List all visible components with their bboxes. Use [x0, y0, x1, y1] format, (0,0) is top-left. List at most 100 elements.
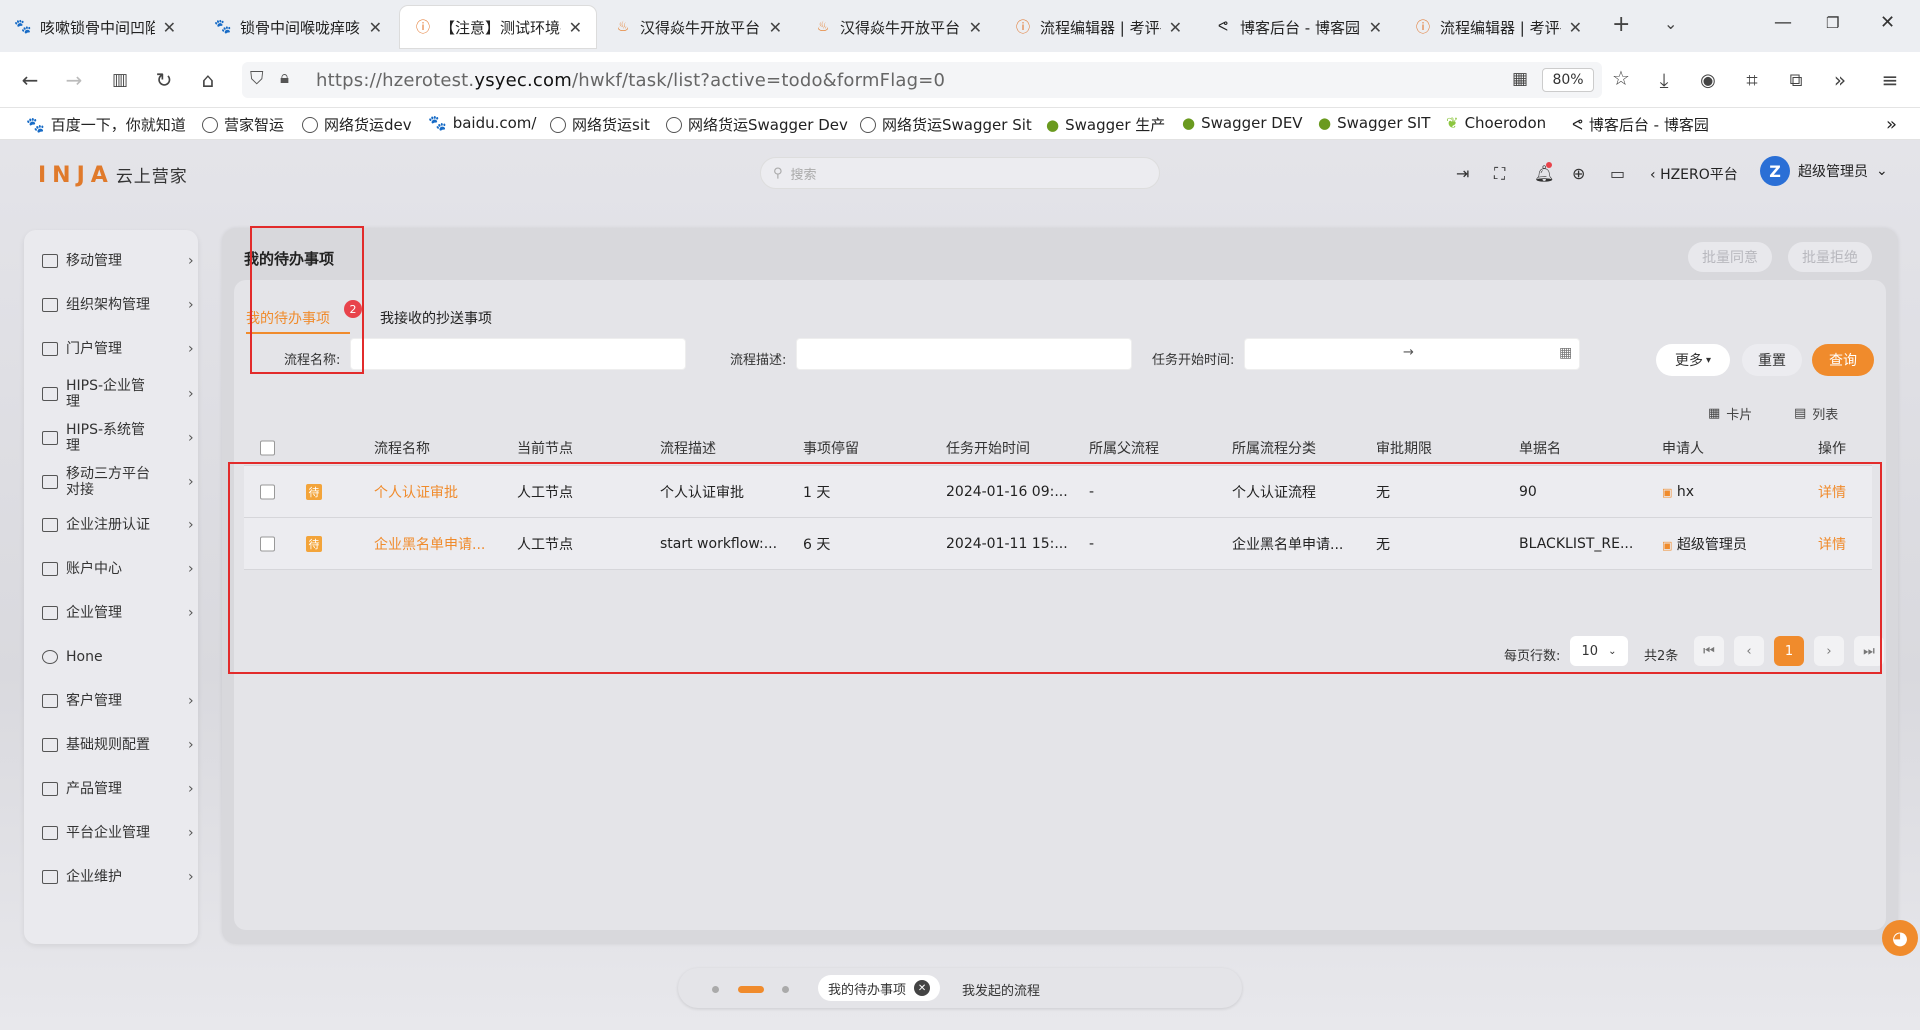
- col-header[interactable]: 事项停留: [803, 438, 859, 458]
- platform-switch[interactable]: ‹ HZERO平台: [1650, 164, 1738, 184]
- bookmark-item[interactable]: 网络货运sit: [550, 114, 650, 135]
- view-list-toggle[interactable]: ▤ 列表: [1794, 404, 1838, 423]
- sidebar-item-rules[interactable]: 基础规则配置 ›: [42, 737, 198, 753]
- browser-tab[interactable]: ⓘ 流程编辑器 | 考评平 ✕: [1000, 6, 1196, 48]
- page-dot[interactable]: [782, 986, 789, 993]
- bookmark-item[interactable]: ● Swagger SIT: [1318, 114, 1430, 132]
- close-icon[interactable]: ✕: [914, 980, 931, 996]
- browser-tab[interactable]: 🐾 锁骨中间喉咙痒咳嗽 ✕: [200, 6, 396, 48]
- reload-icon[interactable]: ↻: [150, 66, 178, 94]
- address-bar[interactable]: ⛉ 🔒︎ https://hzerotest.ysyec.com/hwkf/ta…: [242, 62, 1630, 98]
- bookmark-item[interactable]: ᕙ 博客后台 - 博客园: [1572, 114, 1709, 135]
- lock-icon[interactable]: 🔒︎: [280, 68, 289, 88]
- sidebar-toggle-icon[interactable]: ▥: [106, 66, 134, 94]
- close-icon[interactable]: ✕: [1569, 18, 1582, 37]
- home-icon[interactable]: ⌂: [194, 66, 222, 94]
- query-button[interactable]: 查询: [1812, 344, 1874, 376]
- sidebar-item-third-party[interactable]: 移动三方平台对接 ›: [42, 466, 194, 498]
- browser-tab[interactable]: ᕙ 博客后台 - 博客园 ✕: [1200, 6, 1396, 48]
- chat-assistant-icon[interactable]: ◕: [1882, 920, 1918, 956]
- close-icon[interactable]: ✕: [569, 18, 582, 37]
- col-header[interactable]: 审批期限: [1376, 438, 1432, 458]
- col-header[interactable]: 流程描述: [660, 438, 716, 458]
- sidebar-item-product[interactable]: 产品管理 ›: [42, 781, 198, 797]
- close-icon[interactable]: ✕: [769, 18, 782, 37]
- sidebar-item-customer[interactable]: 客户管理 ›: [42, 693, 198, 709]
- mask-icon[interactable]: ◉: [1694, 66, 1722, 94]
- browser-tab[interactable]: ♨ 汉得焱牛开放平台 ✕: [800, 6, 996, 48]
- user-menu[interactable]: Z 超级管理员 ⌄: [1760, 156, 1888, 186]
- bookmark-item[interactable]: 🐾 baidu.com/: [428, 114, 536, 132]
- download-icon[interactable]: ⤓: [1650, 66, 1678, 94]
- wallet-icon[interactable]: ▭: [1610, 164, 1625, 183]
- col-header[interactable]: 申请人: [1662, 438, 1704, 458]
- bookmark-item[interactable]: ● Swagger DEV: [1182, 114, 1303, 132]
- sidebar-item-mobile[interactable]: 移动管理 ›: [42, 253, 198, 269]
- bookmark-item[interactable]: ❦ Choerodon: [1446, 114, 1546, 132]
- bookmark-item[interactable]: 🐾 百度一下，你就知道: [26, 114, 186, 135]
- crop-icon[interactable]: ⌗: [1738, 66, 1766, 94]
- browser-tab[interactable]: 🐾 咳嗽锁骨中间凹陷处 ✕: [0, 6, 190, 48]
- more-filters-button[interactable]: 更多 ▾: [1656, 344, 1730, 376]
- sidebar-item-hips-system[interactable]: HIPS-系统管理 ›: [42, 422, 194, 454]
- shield-icon[interactable]: ⛉: [250, 68, 264, 89]
- fullscreen-icon[interactable]: ⛶: [1494, 164, 1505, 184]
- restore-icon[interactable]: ❐: [1826, 14, 1839, 32]
- batch-agree-button[interactable]: 批量同意: [1688, 242, 1772, 272]
- bookmark-item[interactable]: 网络货运Swagger Dev: [666, 114, 848, 135]
- process-desc-input[interactable]: [796, 338, 1132, 370]
- sidebar-item-portal[interactable]: 门户管理 ›: [42, 341, 198, 357]
- sidebar-item-enterprise[interactable]: 企业管理 ›: [42, 605, 198, 621]
- globe-icon[interactable]: ⊕: [1572, 164, 1585, 183]
- sidebar-item-account[interactable]: 账户中心 ›: [42, 561, 198, 577]
- sidebar-item-platform-enterprise[interactable]: 平台企业管理 ›: [42, 825, 198, 841]
- browser-tab[interactable]: ⓘ 流程编辑器 | 考评平 ✕: [1400, 6, 1596, 48]
- view-card-toggle[interactable]: ▦ 卡片: [1708, 404, 1752, 423]
- new-tab-icon[interactable]: +: [1612, 12, 1630, 37]
- sidebar-item-hips-enterprise[interactable]: HIPS-企业管理 ›: [42, 378, 194, 410]
- global-search[interactable]: ⚲ 搜索: [760, 157, 1160, 189]
- close-icon[interactable]: ✕: [969, 18, 982, 37]
- bookmark-item[interactable]: 营家智运: [202, 114, 284, 135]
- tab-received-cc[interactable]: 我接收的抄送事项: [380, 308, 492, 328]
- task-start-date-range[interactable]: → ▦: [1244, 338, 1580, 370]
- reset-button[interactable]: 重置: [1742, 344, 1802, 376]
- col-header[interactable]: 所属父流程: [1089, 438, 1159, 458]
- menu-icon[interactable]: ≡: [1876, 66, 1904, 94]
- sidebar-item-maintenance[interactable]: 企业维护 ›: [42, 869, 198, 885]
- process-name-input[interactable]: [350, 338, 686, 370]
- qr-code-icon[interactable]: ▦: [1512, 69, 1528, 89]
- col-header[interactable]: 所属流程分类: [1232, 438, 1316, 458]
- col-header[interactable]: 流程名称: [374, 438, 430, 458]
- more-bookmarks-icon[interactable]: »: [1886, 114, 1897, 135]
- page-dot[interactable]: [712, 986, 719, 993]
- logo[interactable]: INJA 云上营家: [38, 162, 188, 188]
- back-icon[interactable]: ←: [16, 66, 44, 94]
- logout-icon[interactable]: ⇥: [1456, 164, 1469, 183]
- bookmark-item[interactable]: 网络货运dev: [302, 114, 412, 135]
- close-icon[interactable]: ✕: [163, 18, 176, 37]
- col-header[interactable]: 当前节点: [517, 438, 573, 458]
- browser-tab-active[interactable]: ⓘ 【注意】测试环境- ✕: [400, 6, 596, 48]
- close-icon[interactable]: ✕: [1369, 18, 1382, 37]
- tab-list-chevron-icon[interactable]: ⌄: [1664, 14, 1677, 33]
- col-header[interactable]: 操作: [1818, 438, 1846, 458]
- bookmark-item[interactable]: ● Swagger 生产: [1046, 114, 1165, 135]
- close-window-icon[interactable]: ✕: [1880, 12, 1895, 33]
- page-dot-active[interactable]: [738, 986, 764, 993]
- star-icon[interactable]: ☆: [1612, 66, 1630, 90]
- col-header[interactable]: 单据名: [1519, 438, 1561, 458]
- calendar-icon[interactable]: ▦: [1559, 345, 1572, 361]
- page-tab-active[interactable]: 我的待办事项 ✕: [818, 975, 941, 1001]
- sidebar-item-registration[interactable]: 企业注册认证 ›: [42, 517, 198, 533]
- select-all-checkbox[interactable]: [260, 440, 275, 455]
- url-text[interactable]: https://hzerotest.ysyec.com/hwkf/task/li…: [316, 70, 945, 91]
- close-icon[interactable]: ✕: [1169, 18, 1182, 37]
- bookmark-item[interactable]: 网络货运Swagger Sit: [860, 114, 1032, 135]
- browser-tab[interactable]: ♨ 汉得焱牛开放平台 ✕: [600, 6, 796, 48]
- col-header[interactable]: 任务开始时间: [946, 438, 1030, 458]
- sidebar-item-org[interactable]: 组织架构管理 ›: [42, 297, 198, 313]
- page-tab[interactable]: 我发起的流程: [962, 980, 1040, 999]
- close-icon[interactable]: ✕: [369, 18, 382, 37]
- batch-reject-button[interactable]: 批量拒绝: [1788, 242, 1872, 272]
